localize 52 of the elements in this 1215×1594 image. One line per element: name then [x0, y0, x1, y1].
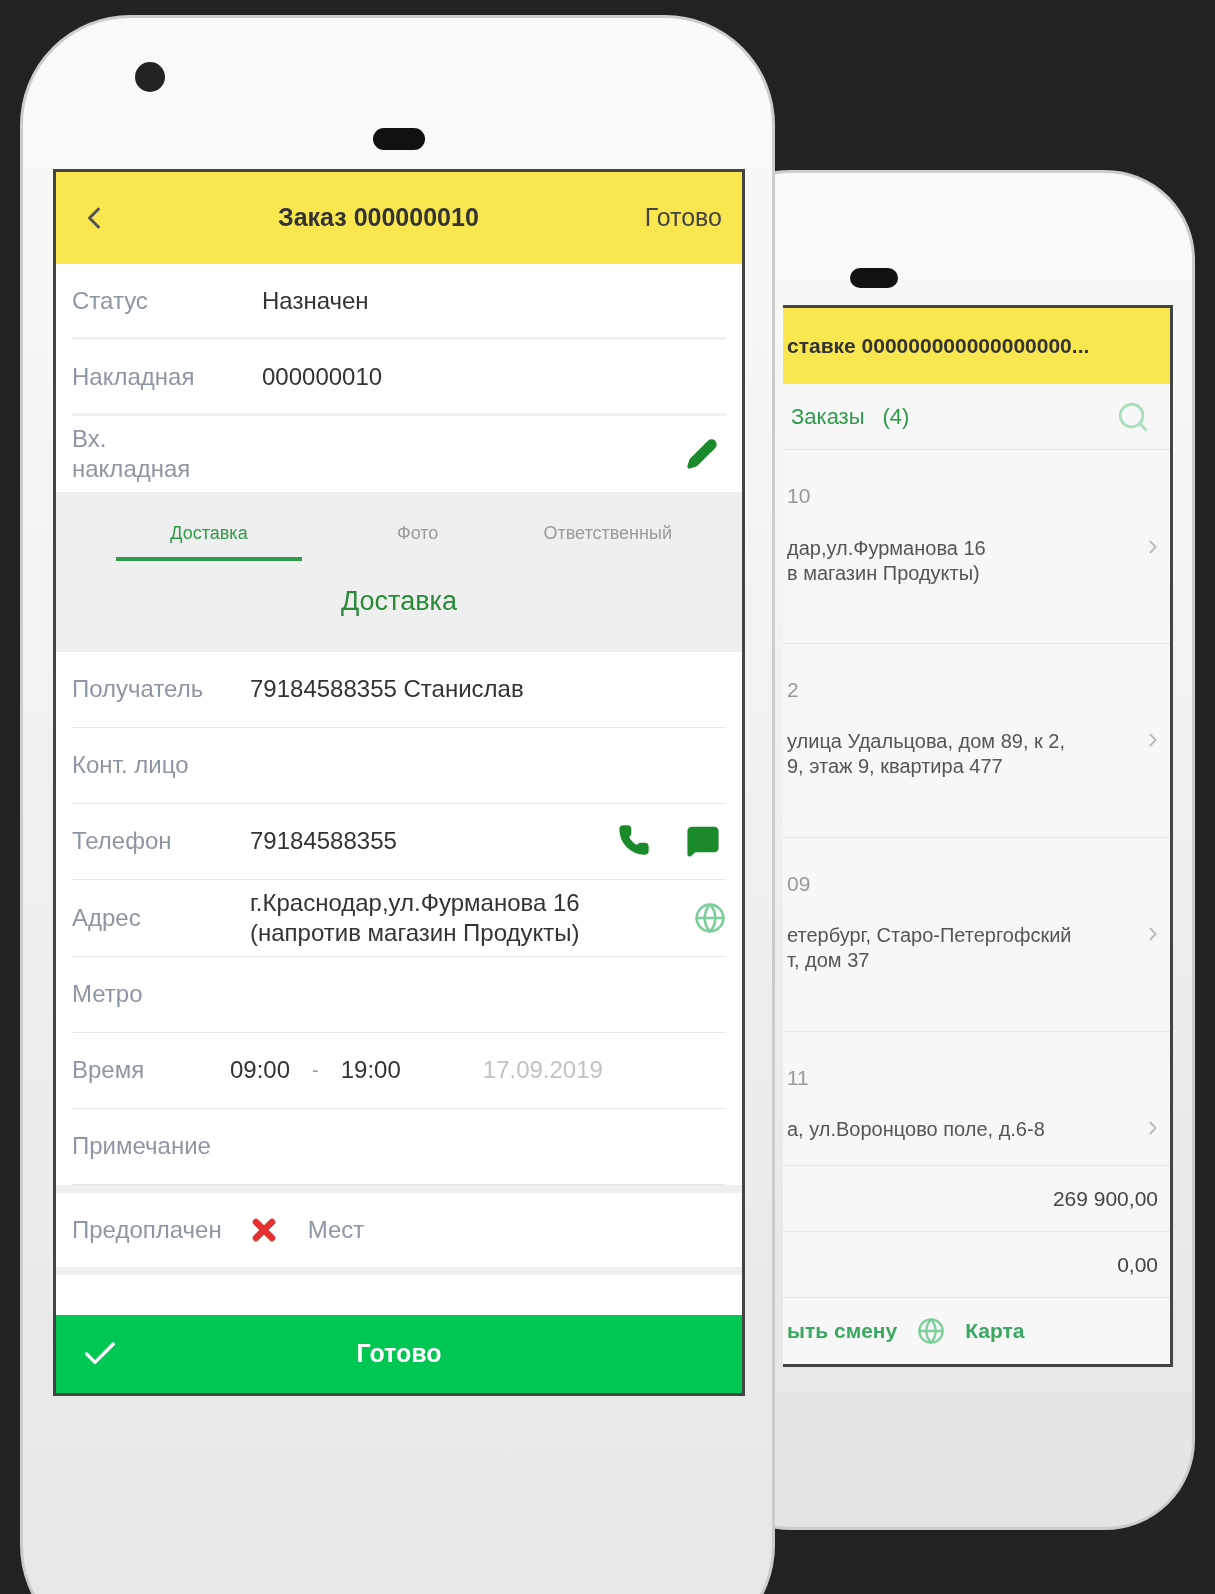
order-number: 2 — [787, 676, 800, 703]
field-label: Мест — [307, 1214, 365, 1245]
order-number: 10 — [787, 483, 812, 509]
order-address: улица Удальцова, дом 89, к 2, 9, этаж 9, квартира 477 — [787, 729, 1066, 780]
message-icon[interactable] — [686, 824, 720, 858]
done-link[interactable]: Готово — [644, 199, 722, 237]
camera-icon — [135, 62, 165, 92]
speaker-icon — [373, 128, 425, 150]
field-label: Вх. накладная — [72, 424, 192, 484]
time-to[interactable]: 19:00 — [340, 1055, 401, 1085]
tab[interactable]: Ответственный — [533, 520, 682, 561]
order-address: етербург, Старо-Петергофский т, дом 37 — [787, 923, 1073, 974]
order-address: дар,ул.Фурманова 16 в магазин Продукты) — [787, 535, 987, 586]
total-value: 269 900,00 — [1052, 1185, 1158, 1212]
field-label: Метро — [72, 979, 144, 1009]
field-label: Накладная — [72, 361, 196, 392]
shift-link[interactable]: ыть смену — [787, 1315, 898, 1347]
time-separator: - — [312, 1058, 319, 1083]
screen-title: Заказ 000000010 — [277, 202, 480, 234]
field-label: Получатель — [72, 674, 205, 704]
field-value: 79184588355 Станислав — [250, 674, 525, 704]
field-label: Предоплачен — [72, 1214, 222, 1245]
field-label: Адрес — [72, 902, 142, 933]
total-value: 0,00 — [1117, 1251, 1158, 1278]
field-value: 000000010 — [262, 361, 384, 392]
field-value: Назначен — [262, 285, 370, 316]
order-row[interactable]: 2 улица Удальцова, дом 89, к 2, 9, этаж 9, квартира 477 — [783, 643, 1170, 838]
order-address: а, ул.Воронцово поле, д.6-8 — [787, 1117, 1046, 1143]
orders-tab[interactable]: Заказы — [791, 400, 865, 433]
order-row[interactable]: 10 дар,ул.Фурманова 16 в магазин Продукты) — [783, 450, 1170, 644]
field-value: 79184588355 — [250, 826, 398, 856]
field-label: Статус — [72, 285, 149, 316]
order-number: 09 — [787, 870, 812, 897]
section-title: Доставка — [341, 585, 457, 618]
order-number: 11 — [787, 1064, 810, 1091]
tab[interactable]: Фото — [387, 520, 449, 561]
pencil-icon[interactable] — [686, 438, 718, 470]
tab[interactable]: Доставка — [116, 520, 302, 561]
field-value: г.Краснодар,ул.Фурманова 16 (напротив магазин Продукты) — [250, 887, 581, 948]
order-row[interactable]: 09 етербург, Старо-Петергофский т, дом 37 — [783, 837, 1170, 1032]
phone-icon[interactable] — [618, 824, 650, 856]
speaker-icon — [850, 268, 898, 288]
orders-count: (4) — [882, 403, 910, 431]
field-label: Телефон — [72, 826, 173, 856]
screen-title: ставке 000000000000000000... — [787, 333, 1090, 360]
date-value[interactable]: 17.09.2019 — [482, 1052, 603, 1088]
time-from[interactable]: 09:00 — [230, 1055, 291, 1085]
done-button[interactable]: Готово — [56, 1315, 742, 1393]
map-link[interactable]: Карта — [965, 1315, 1025, 1347]
field-label: Конт. лицо — [72, 750, 190, 780]
field-label: Примечание — [72, 1131, 212, 1161]
order-row[interactable]: 11 а, ул.Воронцово поле, д.6-8 — [783, 1031, 1170, 1166]
